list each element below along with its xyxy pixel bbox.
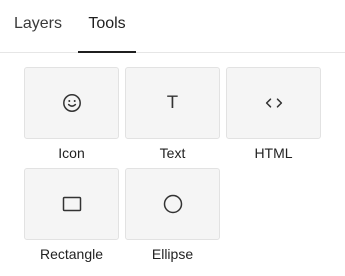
tool-icon-label: Icon — [58, 145, 85, 161]
code-icon — [265, 98, 282, 108]
tool-ellipse[interactable]: Ellipse — [125, 168, 220, 262]
tool-rectangle-tile[interactable] — [24, 168, 119, 240]
tool-text[interactable]: T Text — [125, 67, 220, 161]
tool-html-label: HTML — [254, 145, 293, 161]
tool-icon-tile[interactable] — [24, 67, 119, 139]
panel-tab-bar: Layers Tools — [0, 0, 345, 53]
tool-text-label: Text — [159, 145, 186, 161]
tool-icon[interactable]: Icon — [24, 67, 119, 161]
tool-ellipse-label: Ellipse — [151, 246, 194, 262]
tool-rectangle-label: Rectangle — [39, 246, 104, 262]
tool-rectangle[interactable]: Rectangle — [24, 168, 119, 262]
ellipse-icon — [163, 194, 182, 214]
tab-tools[interactable]: Tools — [78, 0, 136, 53]
text-icon: T — [167, 92, 178, 113]
tab-layers[interactable]: Layers — [6, 0, 70, 53]
tool-text-tile[interactable]: T — [125, 67, 220, 139]
tool-html[interactable]: HTML — [226, 67, 321, 161]
smiley-icon — [62, 94, 81, 112]
tool-html-tile[interactable] — [226, 67, 321, 139]
tool-ellipse-tile[interactable] — [125, 168, 220, 240]
rectangle-icon — [62, 196, 81, 212]
